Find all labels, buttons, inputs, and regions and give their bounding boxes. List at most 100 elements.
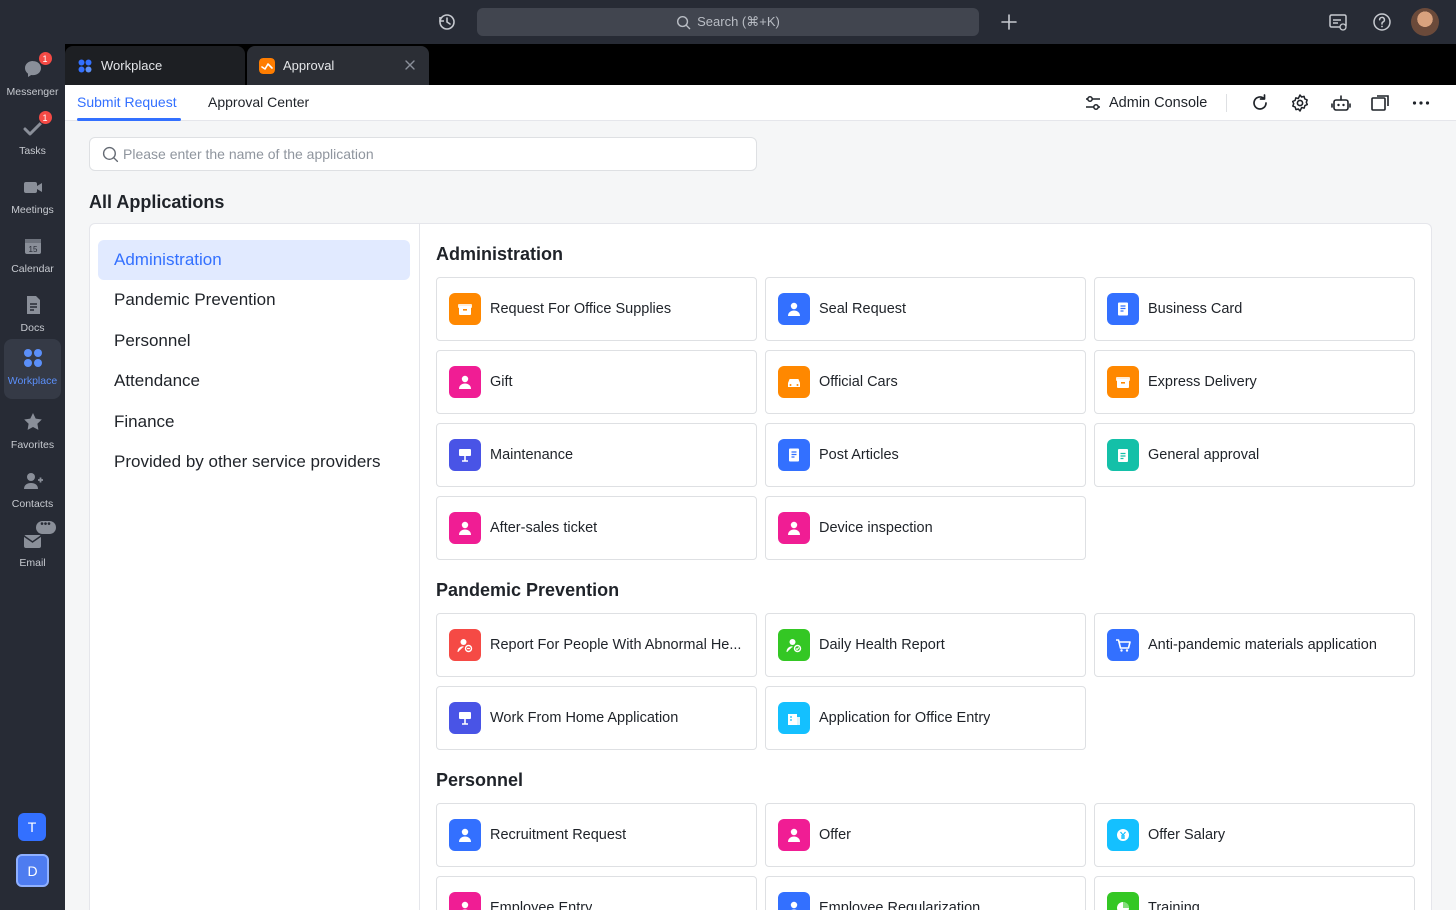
grid-apps-icon — [22, 347, 44, 369]
app-card[interactable]: Employee Entry — [436, 876, 757, 910]
box-icon — [1107, 366, 1139, 398]
rail-item-favorites[interactable]: Favorites — [4, 403, 61, 459]
person-icon — [778, 293, 810, 325]
app-card[interactable]: Express Delivery — [1094, 350, 1415, 414]
app-card-label: Daily Health Report — [819, 637, 945, 653]
tab-submit-request[interactable]: Submit Request — [77, 94, 177, 110]
workspace-t-button[interactable]: T — [18, 813, 46, 841]
app-card[interactable]: General approval — [1094, 423, 1415, 487]
tool-icon — [449, 439, 481, 471]
search-icon — [677, 15, 691, 29]
rail-label: Email — [19, 557, 46, 569]
category-attendance[interactable]: Attendance — [98, 361, 410, 401]
category-list: Administration Pandemic Prevention Perso… — [90, 224, 420, 910]
checkmark-icon: 1 — [22, 110, 53, 139]
app-card[interactable]: Application for Office Entry — [765, 686, 1086, 750]
app-card-label: Employee Entry — [490, 900, 593, 910]
history-icon[interactable] — [434, 9, 460, 35]
person-icon — [778, 892, 810, 910]
person-alert-icon — [449, 629, 481, 661]
rail-item-email[interactable]: ••• Email — [4, 520, 61, 577]
app-card[interactable]: Anti-pandemic materials application — [1094, 613, 1415, 677]
app-card-label: Official Cars — [819, 374, 898, 390]
app-card[interactable]: Post Articles — [765, 423, 1086, 487]
person-icon — [449, 366, 481, 398]
app-card[interactable]: Offer — [765, 803, 1086, 867]
app-card-label: Employee Regularization — [819, 900, 981, 910]
app-card[interactable]: Daily Health Report — [765, 613, 1086, 677]
box-icon — [449, 293, 481, 325]
app-card[interactable]: Work From Home Application — [436, 686, 757, 750]
tab-workplace[interactable]: Workplace — [65, 46, 245, 85]
app-card[interactable]: Business Card — [1094, 277, 1415, 341]
tab-label: Workplace — [101, 58, 163, 73]
rail-item-meetings[interactable]: Meetings — [4, 168, 61, 224]
category-pandemic-prevention[interactable]: Pandemic Prevention — [98, 280, 410, 320]
category-other-providers[interactable]: Provided by other service providers — [98, 442, 410, 482]
app-card-label: Request For Office Supplies — [490, 301, 672, 317]
app-card[interactable]: After-sales ticket — [436, 496, 757, 560]
app-card-label: Maintenance — [490, 447, 574, 463]
svg-text:15: 15 — [28, 245, 37, 254]
open-window-icon[interactable] — [1369, 92, 1391, 114]
rail-label: Messenger — [6, 86, 59, 98]
building-icon — [778, 702, 810, 734]
close-icon[interactable] — [403, 58, 417, 72]
app-card-label: Offer — [819, 827, 851, 843]
grid-apps-icon — [78, 59, 92, 72]
category-administration[interactable]: Administration — [98, 240, 410, 280]
app-card[interactable]: Training — [1094, 876, 1415, 910]
app-card[interactable]: Seal Request — [765, 277, 1086, 341]
rail-label: Calendar — [11, 263, 54, 275]
rail-item-contacts[interactable]: Contacts — [4, 462, 61, 518]
global-search-box[interactable]: Search (⌘+K) — [477, 8, 979, 36]
rail-item-docs[interactable]: Docs — [4, 286, 61, 342]
person-icon — [449, 819, 481, 851]
rail-label: Contacts — [11, 498, 54, 510]
app-card[interactable]: Maintenance — [436, 423, 757, 487]
app-card[interactable]: Offer Salary — [1094, 803, 1415, 867]
category-personnel[interactable]: Personnel — [98, 321, 410, 361]
more-dots-icon: ••• — [35, 520, 56, 534]
app-card[interactable]: Recruitment Request — [436, 803, 757, 867]
rail-item-workplace[interactable]: Workplace — [4, 339, 61, 399]
person-icon — [778, 512, 810, 544]
app-card-label: Anti-pandemic materials application — [1148, 637, 1377, 653]
document-icon — [22, 294, 44, 316]
tool-icon — [449, 702, 481, 734]
rail-label: Docs — [20, 322, 45, 334]
user-avatar[interactable] — [1411, 8, 1439, 36]
refresh-icon[interactable] — [1249, 92, 1271, 114]
tab-approval-center[interactable]: Approval Center — [208, 94, 309, 110]
category-finance[interactable]: Finance — [98, 402, 410, 442]
app-card-label: Gift — [490, 374, 513, 390]
tab-approval[interactable]: Approval — [247, 46, 429, 85]
more-icon[interactable] — [1410, 92, 1432, 114]
gear-icon[interactable] — [1289, 92, 1311, 114]
app-card-label: Offer Salary — [1148, 827, 1226, 843]
app-card[interactable]: Employee Regularization — [765, 876, 1086, 910]
rail-item-calendar[interactable]: 15 Calendar — [4, 227, 61, 283]
group-title: Pandemic Prevention — [436, 580, 620, 600]
application-search-field[interactable] — [89, 137, 757, 171]
rail-item-tasks[interactable]: 1 Tasks — [4, 109, 61, 165]
help-icon[interactable] — [1369, 9, 1395, 35]
app-card[interactable]: Report For People With Abnormal He... — [436, 613, 757, 677]
app-card[interactable]: Gift — [436, 350, 757, 414]
app-card-label: Post Articles — [819, 447, 899, 463]
group-title: Personnel — [436, 770, 524, 790]
person-check-icon — [778, 629, 810, 661]
application-search-input[interactable] — [123, 146, 723, 162]
plus-icon[interactable] — [996, 9, 1022, 35]
admin-console-button[interactable]: Admin Console — [1083, 92, 1207, 114]
app-card[interactable]: Official Cars — [765, 350, 1086, 414]
app-card[interactable]: Device inspection — [765, 496, 1086, 560]
screen-share-icon[interactable] — [1325, 9, 1351, 35]
approval-app-icon — [259, 57, 275, 74]
rail-item-messenger[interactable]: 1 Messenger — [4, 50, 61, 106]
top-bar: Search (⌘+K) — [0, 0, 1456, 44]
robot-icon[interactable] — [1330, 92, 1352, 114]
workspace-d-button[interactable]: D — [16, 854, 49, 887]
person-icon — [778, 819, 810, 851]
app-card[interactable]: Request For Office Supplies — [436, 277, 757, 341]
